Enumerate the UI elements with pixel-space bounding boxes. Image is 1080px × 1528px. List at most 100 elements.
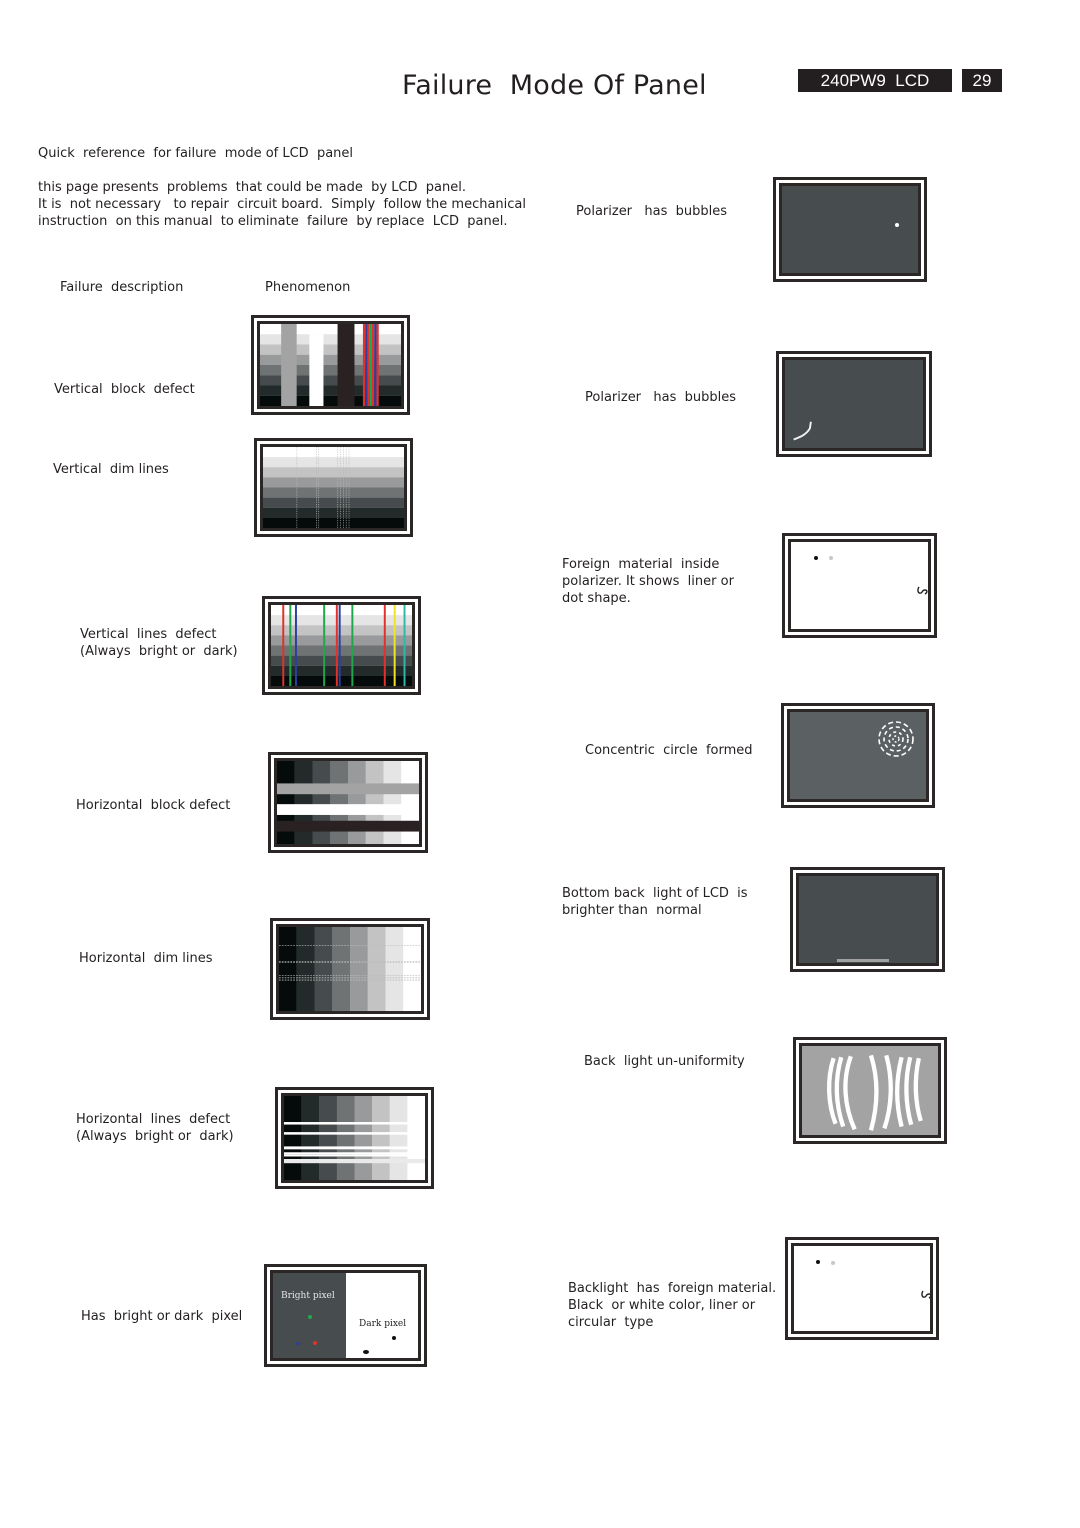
failure-label: Back light un-uniformity — [584, 1054, 745, 1069]
defect-line — [383, 605, 386, 686]
intro-heading: Quick reference for failure mode of LCD … — [38, 146, 354, 161]
gray-panel — [799, 1043, 941, 1138]
gray-band — [271, 675, 412, 686]
gray-band — [350, 927, 368, 1011]
panel-horizontal-lines-defect — [275, 1087, 434, 1189]
failure-label: Bottom back light of LCD is — [562, 886, 748, 901]
page-title: Failure Mode Of Panel — [402, 70, 707, 101]
defect-line — [284, 1146, 425, 1150]
defect-line — [289, 605, 292, 686]
defect-line — [284, 1154, 425, 1157]
panel-horizontal-dim-lines — [270, 918, 430, 1020]
bright-pixel-label: Bright pixel — [281, 1291, 335, 1301]
panel-concentric-circle — [781, 703, 935, 808]
grayscale-horizontal-bands — [268, 602, 415, 689]
panel-foreign-material-polarizer — [782, 533, 937, 638]
dark-panel — [782, 357, 926, 451]
failure-label: Vertical dim lines — [53, 462, 169, 477]
fiber-icon — [917, 586, 928, 595]
bubble-curve-icon — [793, 421, 812, 441]
failure-label: Horizontal block defect — [76, 798, 231, 813]
gray-band — [260, 324, 401, 335]
failure-label: polarizer. It shows liner or — [562, 574, 734, 589]
gray-band — [263, 517, 404, 528]
failure-label: Horizontal lines defect — [76, 1112, 231, 1127]
defect-line — [338, 605, 341, 686]
gray-band — [271, 665, 412, 676]
gray-band — [263, 477, 404, 488]
defect-block — [337, 324, 355, 406]
gray-band — [263, 487, 404, 498]
gray-band — [271, 645, 412, 656]
defect-line — [351, 605, 354, 686]
defect-line — [371, 324, 375, 406]
gray-band — [385, 927, 404, 1011]
defect-line — [294, 605, 297, 686]
intro-line: this page presents problems that could b… — [38, 180, 467, 195]
gray-band — [367, 927, 386, 1011]
pixel-panel: Bright pixel Dark pixel — [270, 1270, 421, 1361]
grayscale-vertical-bands — [276, 924, 424, 1014]
green-pixel — [308, 1315, 312, 1319]
defect-line — [323, 605, 326, 686]
gray-band — [296, 927, 315, 1011]
gray-band — [354, 1096, 373, 1180]
defect-line — [284, 1132, 425, 1135]
defect-block — [281, 324, 297, 406]
gray-band — [336, 1096, 355, 1180]
defect-line — [284, 1122, 425, 1125]
dark-particle-icon — [816, 1260, 820, 1264]
light-particle-icon — [829, 556, 833, 560]
failure-label: circular type — [568, 1315, 654, 1330]
defect-line — [335, 605, 338, 686]
gray-band — [263, 497, 404, 508]
white-panel — [791, 1243, 933, 1334]
panel-vertical-block-defect — [251, 315, 410, 415]
dark-panel — [787, 709, 929, 802]
grayscale-vertical-bands — [274, 758, 422, 847]
gray-band — [271, 615, 412, 626]
failure-label: (Always bright or dark) — [80, 644, 238, 659]
panel-backlight-foreign-material — [785, 1237, 939, 1340]
failure-label: Backlight has foreign material. — [568, 1281, 777, 1296]
defect-line — [403, 605, 406, 686]
gray-band — [271, 605, 412, 616]
panel-polarizer-bubble-curve — [776, 351, 932, 457]
gray-band — [407, 1096, 425, 1180]
gray-band — [332, 927, 351, 1011]
gray-band — [389, 1096, 408, 1180]
gray-band — [271, 635, 412, 646]
failure-label: Polarizer has bubbles — [576, 204, 728, 219]
defect-line — [376, 324, 379, 406]
failure-label: Vertical block defect — [54, 382, 195, 397]
defect-line — [284, 1159, 425, 1164]
defect-line — [367, 324, 370, 406]
intro-line: It is not necessary to repair circuit bo… — [38, 197, 527, 212]
defect-line — [374, 324, 377, 406]
gray-band — [271, 655, 412, 666]
gray-band — [260, 365, 401, 376]
defect-line — [369, 324, 372, 406]
gray-band — [263, 457, 404, 468]
failure-label: Foreign material inside — [562, 557, 720, 572]
test-pattern — [271, 605, 412, 686]
fiber-icon — [921, 1290, 930, 1299]
defect-block — [309, 334, 324, 406]
defect-block — [277, 820, 419, 832]
panel-bottom-backlight-brighter — [790, 867, 945, 972]
grayscale-vertical-bands — [281, 1093, 428, 1183]
dark-pixel — [363, 1350, 369, 1354]
defect-line — [284, 1152, 425, 1155]
light-particle-icon — [831, 1261, 835, 1265]
gray-band — [260, 375, 401, 386]
gray-band — [263, 447, 404, 458]
model-badge: 240PW9 LCD — [798, 69, 952, 92]
test-pattern — [260, 324, 401, 406]
white-panel — [788, 539, 931, 632]
grayscale-horizontal-bands — [260, 444, 407, 531]
failure-label: Has bright or dark pixel — [81, 1309, 243, 1324]
panel-vertical-dim-lines — [254, 438, 413, 537]
gray-band — [260, 334, 401, 345]
blue-pixel — [296, 1342, 300, 1345]
gray-band — [260, 385, 401, 396]
